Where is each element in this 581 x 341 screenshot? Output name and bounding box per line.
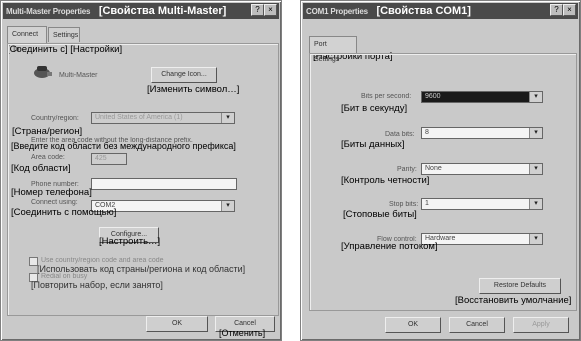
bits-per-second-label: Bits per second:: [361, 93, 412, 100]
ok-button[interactable]: OK: [146, 316, 208, 332]
cancel-button[interactable]: Cancel: [449, 317, 505, 333]
redial-label: Redial on busy: [41, 273, 88, 280]
modem-icon: [34, 66, 52, 78]
chevron-down-icon: ▾: [529, 164, 542, 174]
area-code-input: 425: [91, 153, 127, 165]
com1-properties-dialog: COM1 Properties [Свойства COM1] ? × Port…: [300, 0, 581, 341]
close-button[interactable]: ×: [264, 4, 277, 16]
parity-select[interactable]: None ▾: [421, 163, 543, 175]
chevron-down-icon: ▾: [221, 201, 234, 211]
dialog-title-translation: [Свойства Multi-Master]: [98, 5, 227, 17]
stop-bits-select[interactable]: 1 ▾: [421, 198, 543, 210]
multi-master-properties-dialog: Multi-Master Properties [Свойства Multi-…: [0, 0, 282, 341]
data-bits-annotation: [Биты данных]: [341, 139, 405, 150]
apply-button[interactable]: Apply: [513, 317, 569, 333]
stop-bits-label: Stop bits:: [389, 201, 419, 208]
area-code-label: Area code:: [31, 154, 65, 161]
ok-button[interactable]: OK: [385, 317, 441, 333]
flow-control-select[interactable]: Hardware ▾: [421, 233, 543, 245]
area-code-annotation: [Код области]: [11, 163, 71, 174]
help-button[interactable]: ?: [251, 4, 264, 16]
chevron-down-icon: ▾: [529, 92, 542, 102]
area-code-hint-annotation: [Введите код области без международного …: [11, 141, 236, 151]
connect-using-annotation: [Соединить с помощью]: [11, 207, 117, 218]
data-bits-label: Data bits:: [385, 131, 415, 138]
data-bits-select[interactable]: 8 ▾: [421, 127, 543, 139]
bits-per-second-select[interactable]: 9600 ▾: [421, 91, 543, 103]
country-label: Country/region:: [31, 115, 79, 122]
restore-defaults-button[interactable]: Restore Defaults: [479, 278, 561, 294]
dialog-title: Multi-Master Properties: [6, 7, 91, 16]
phone-annotation: [Номер телефона]: [11, 187, 92, 198]
redial-annotation: [Повторить набор, если занято]: [31, 280, 163, 290]
modem-name: Multi-Master: [59, 72, 98, 79]
country-annotation: [Страна/регион]: [12, 126, 83, 137]
dialog-title-translation: [Свойства COM1]: [376, 5, 471, 17]
stop-bits-annotation: [Стоповые биты]: [343, 209, 417, 220]
change-icon-annotation: [Изменить символ…]: [147, 84, 240, 95]
parity-label: Parity:: [397, 166, 417, 173]
tab-port-settings[interactable]: Port Settings: [309, 36, 357, 63]
dialog-title: COM1 Properties: [306, 7, 368, 16]
country-select: United States of America (1) ▾: [91, 112, 235, 124]
close-button[interactable]: ×: [563, 4, 576, 16]
cancel-annotation: [Отменить]: [219, 328, 266, 338]
help-button[interactable]: ?: [550, 4, 563, 16]
flow-control-annotation: [Управление потоком]: [341, 241, 438, 252]
phone-number-input[interactable]: [91, 178, 237, 190]
bits-per-second-annotation: [Бит в секунду]: [341, 103, 408, 114]
use-country-code-label: Use country/region code and area code: [41, 257, 164, 264]
change-icon-button[interactable]: Change Icon...: [151, 67, 217, 83]
chevron-down-icon: ▾: [529, 234, 542, 244]
title-bar: Multi-Master Properties [Свойства Multi-…: [3, 3, 279, 19]
chevron-down-icon: ▾: [221, 113, 234, 123]
restore-defaults-annotation: [Восстановить умолчание]: [455, 295, 572, 306]
configure-annotation: [Настроить…]: [99, 236, 161, 247]
chevron-down-icon: ▾: [529, 199, 542, 209]
parity-annotation: [Контроль четности]: [341, 175, 430, 186]
tab-settings[interactable]: Settings: [48, 27, 80, 42]
chevron-down-icon: ▾: [529, 128, 542, 138]
tab-connect-to[interactable]: Connect To: [7, 26, 47, 53]
title-bar: COM1 Properties [Свойства COM1]: [303, 3, 578, 19]
connect-using-label: Connect using:: [31, 199, 78, 206]
